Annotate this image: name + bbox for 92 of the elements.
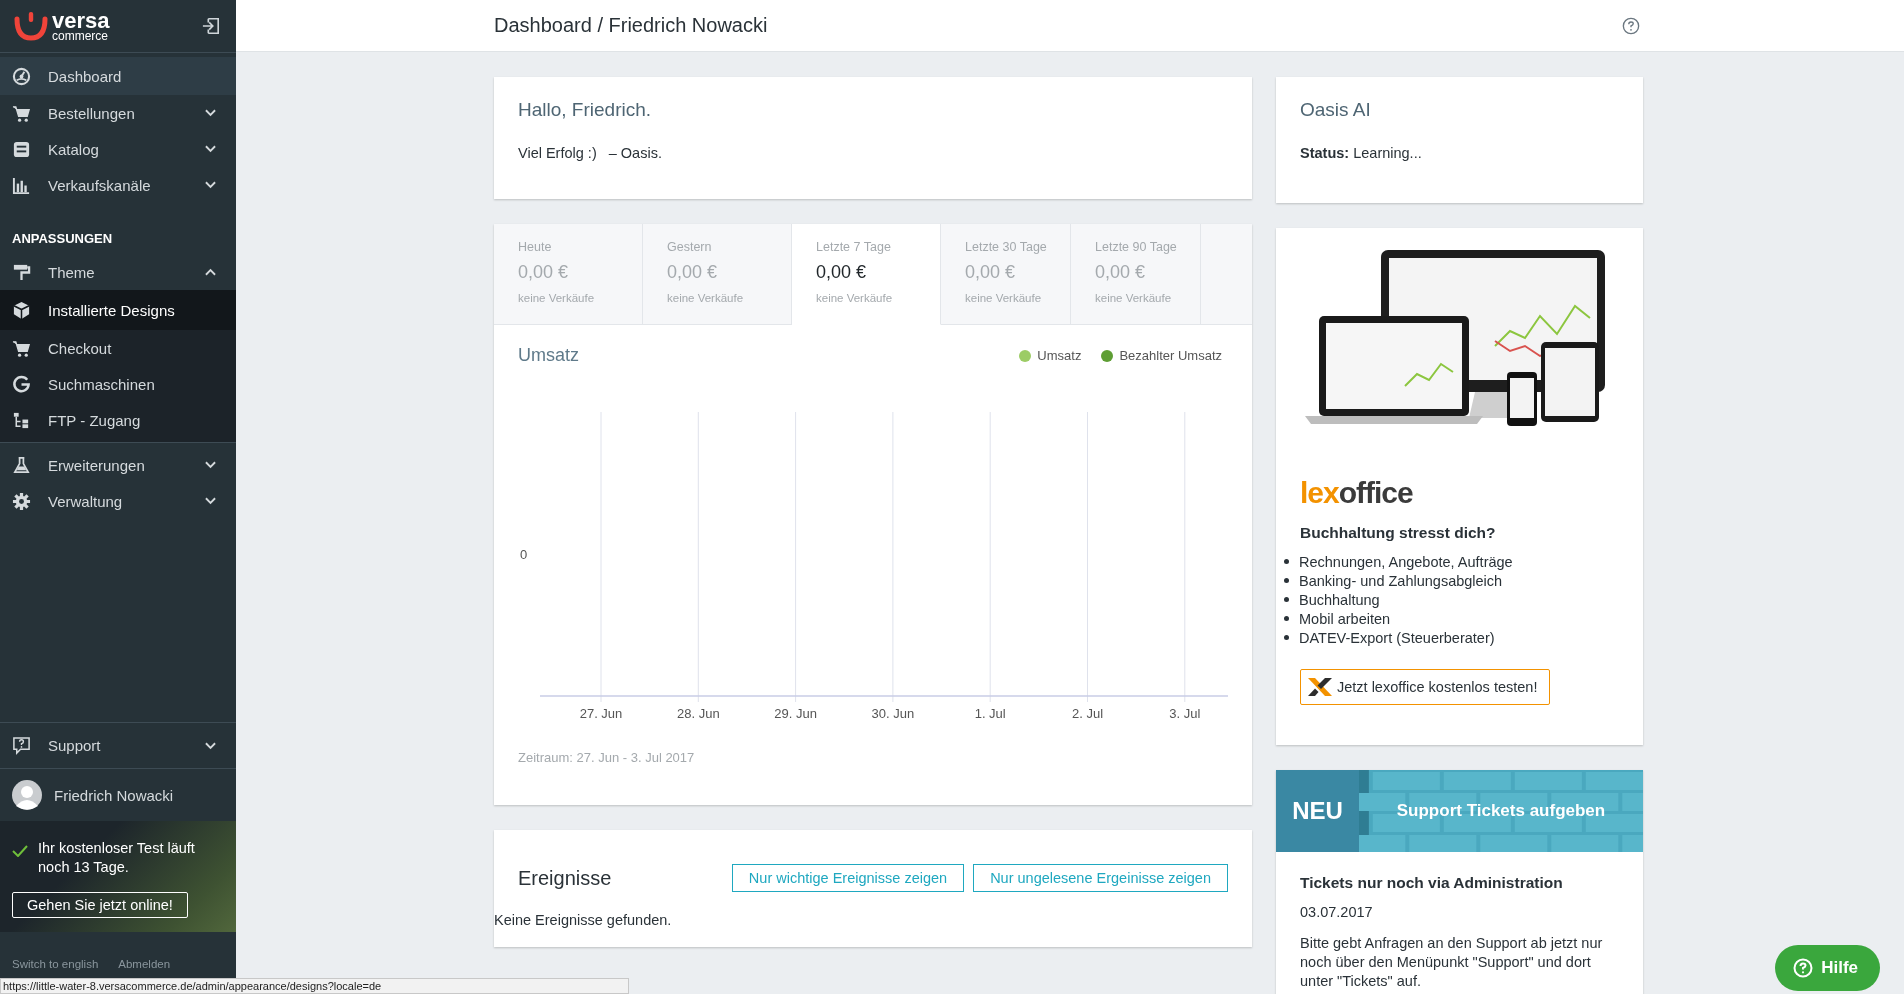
nav-item[interactable]: Erweiterungen (0, 447, 236, 483)
go-online-button[interactable]: Gehen Sie jetzt online! (12, 892, 188, 918)
lexoffice-logo: lexoffice (1300, 476, 1413, 510)
x-axis-label: 27. Jun (579, 706, 623, 721)
sales-amount: 0,00 € (965, 262, 1017, 283)
cart-icon (12, 338, 31, 358)
sitemap-icon (12, 410, 31, 430)
page-title: Dashboard / Friedrich Nowacki (494, 14, 768, 37)
tab-label: Heute (518, 240, 553, 254)
sign-out-icon[interactable] (202, 17, 220, 35)
card-title: Hallo, Friedrich. (518, 99, 653, 121)
tab-label: Gestern (667, 240, 713, 254)
help-chat-icon (12, 736, 31, 756)
section-heading: ANPASSUNGEN (11, 230, 114, 248)
lexoffice-trial-button[interactable]: Jetzt lexoffice kostenlos testen! (1300, 669, 1551, 705)
nav-subitem[interactable]: Suchmaschinen (0, 366, 236, 402)
tab-label: Letzte 7 Tage (816, 240, 892, 254)
url-tooltip: https://little-water-8.versacommerce.de/admin/appearance/designs?locale=de (0, 978, 629, 994)
bullet-icon (1284, 559, 1289, 564)
gear-icon (12, 491, 31, 511)
status-text: Status: Learning... (1300, 145, 1423, 161)
bullet-icon (1284, 578, 1289, 583)
period-text: Zeitraum: 27. Jun - 3. Jul 2017 (518, 750, 696, 765)
nav-item[interactable]: Verkaufskanäle (0, 167, 236, 203)
sales-note: keine Verkäufe (518, 292, 596, 304)
nav-subitem[interactable]: FTP - Zugang (0, 402, 236, 438)
nav-subitem[interactable]: Installierte Designs (0, 290, 236, 330)
y-axis-label: 0 (520, 547, 528, 562)
x-axis-label: 30. Jun (871, 706, 915, 721)
sales-note: keine Verkäufe (667, 292, 745, 304)
sales-amount: 0,00 € (816, 262, 868, 283)
x-axis-label: 2. Jul (1071, 706, 1104, 721)
legend-label: Bezahlter Umsatz (1119, 348, 1222, 363)
x-axis-label: 28. Jun (676, 706, 720, 721)
cart-icon (12, 103, 31, 123)
nav-item[interactable]: Bestellungen (0, 95, 236, 131)
card-title: Oasis AI (1300, 99, 1372, 121)
nav-subitem[interactable]: Checkout (0, 330, 236, 366)
nav-item[interactable]: Support (0, 722, 236, 770)
x-axis-label: 3. Jul (1169, 706, 1201, 721)
chart-title: Umsatz (518, 345, 579, 366)
g-icon (12, 374, 31, 394)
avatar-icon[interactable] (12, 780, 42, 811)
news-text: Bitte gebt Anfragen an den Support ab jetzt nur noch über den Menüpunkt "Support" und dort unter "Tickets" auf. (1300, 934, 1604, 991)
greeting-text: – Oasis. (608, 145, 662, 161)
legend-label: Umsatz (1037, 348, 1082, 363)
nav-item[interactable]: Katalog (0, 131, 236, 167)
x-logo-icon (1307, 677, 1333, 697)
news-date: 03.07.2017 (1300, 904, 1374, 920)
sales-amount: 0,00 € (518, 262, 570, 283)
paint-roller-icon (12, 262, 31, 282)
sales-amount: 0,00 € (667, 262, 719, 283)
news-title: Tickets nur noch via Administration (1300, 874, 1564, 892)
logo-subtitle: commerce (52, 30, 109, 42)
card-title: Ereignisse (518, 866, 612, 890)
feature-item: Rechnungen, Angebote, Aufträge (1299, 553, 1513, 570)
user-name[interactable]: Friedrich Nowacki (54, 786, 174, 804)
tab-label: Letzte 30 Tage (965, 240, 1048, 254)
bullet-icon (1284, 597, 1289, 602)
logo-text[interactable]: versa (52, 10, 110, 31)
bullet-icon (1284, 635, 1289, 640)
promo-heading: Buchhaltung stresst dich? (1300, 524, 1497, 542)
logo-mark-icon (14, 11, 48, 42)
banner-title: Support Tickets aufgeben (1396, 801, 1606, 821)
trial-message: Ihr kostenloser Test läuft noch 13 Tage. (38, 839, 196, 877)
x-axis-label: 1. Jul (974, 706, 1006, 721)
bar-chart-icon (12, 175, 31, 195)
bullet-icon (1284, 616, 1289, 621)
period-tab[interactable]: Letzte 7 Tage 0,00 € keine Verkäufe (792, 224, 941, 325)
list-icon (12, 139, 31, 159)
sales-note: keine Verkäufe (816, 292, 894, 304)
sales-amount: 0,00 € (1095, 262, 1147, 283)
nav-item[interactable]: Theme (0, 254, 236, 290)
feature-item: Buchhaltung (1299, 591, 1380, 608)
greeting-text: Viel Erfolg :) (518, 145, 597, 161)
sales-note: keine Verkäufe (1095, 292, 1173, 304)
help-icon[interactable] (1622, 16, 1640, 35)
cube-icon (12, 300, 31, 320)
x-axis-label: 29. Jun (774, 706, 817, 721)
nav-item[interactable]: Dashboard (0, 57, 236, 95)
feature-item: Mobil arbeiten (1299, 610, 1391, 627)
feature-item: Banking- und Zahlungsabgleich (1299, 572, 1503, 589)
gauge-icon (12, 66, 31, 86)
sales-note: keine Verkäufe (965, 292, 1043, 304)
feature-item: DATEV-Export (Steuerberater) (1299, 629, 1495, 646)
nav-item[interactable]: Verwaltung (0, 483, 236, 519)
tab-label: Letzte 90 Tage (1095, 240, 1178, 254)
flask-icon (12, 455, 31, 475)
help-icon (1793, 958, 1814, 978)
checkmark-icon (12, 845, 28, 858)
empty-message: Keine Ereignisse gefunden. (494, 912, 673, 928)
new-badge: NEU (1276, 770, 1359, 852)
